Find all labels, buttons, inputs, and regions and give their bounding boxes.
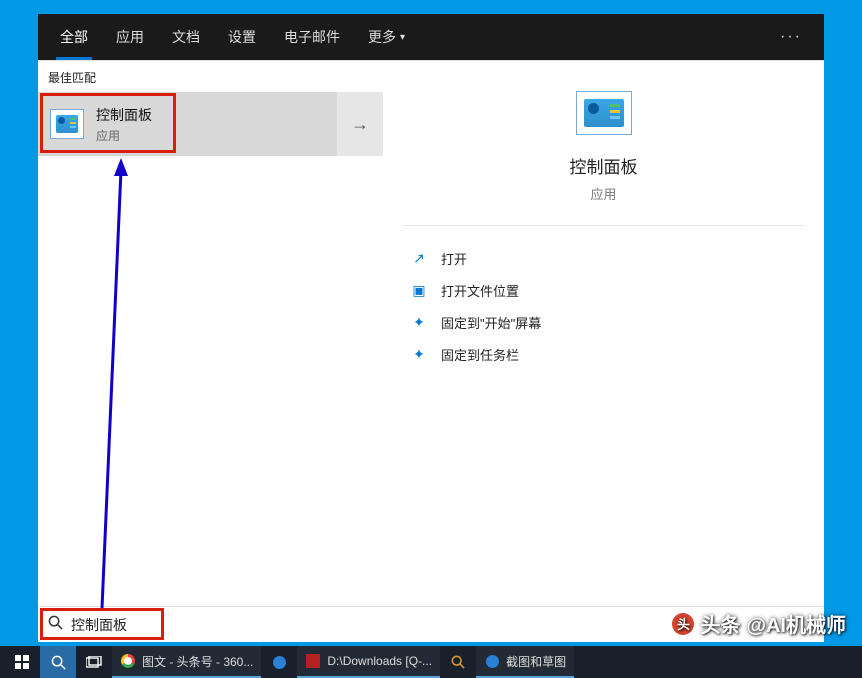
search-icon — [48, 615, 63, 634]
action-label: 打开文件位置 — [441, 281, 519, 300]
chrome-icon — [120, 653, 136, 669]
taskbar-search-button[interactable] — [40, 646, 76, 678]
arrow-right-icon: → — [351, 114, 369, 135]
detail-title: 控制面板 — [570, 153, 638, 178]
taskbar-app-qdir[interactable]: D:\Downloads [Q-... — [297, 646, 440, 678]
app-icon — [484, 653, 500, 669]
detail-column: 控制面板 应用 ↗ 打开 ▣ 打开文件位置 ✦ 固定到"开始"屏幕 ✦ — [383, 61, 824, 606]
tab-all[interactable]: 全部 — [46, 14, 102, 60]
action-label: 固定到任务栏 — [441, 345, 519, 364]
result-texts: 控制面板 应用 — [96, 105, 152, 144]
tab-label: 文档 — [172, 27, 200, 47]
taskbar: 图文 - 头条号 - 360... D:\Downloads [Q-... 截图… — [0, 646, 862, 678]
expand-arrow-button[interactable]: → — [337, 92, 383, 156]
action-label: 固定到"开始"屏幕 — [441, 313, 541, 332]
open-icon: ↗ — [409, 250, 429, 267]
result-item-control-panel[interactable]: 控制面板 应用 — [38, 92, 337, 156]
task-view-button[interactable] — [76, 646, 112, 678]
taskbar-app-snip[interactable]: 截图和草图 — [476, 646, 574, 678]
tab-label: 电子邮件 — [284, 27, 340, 47]
tab-settings[interactable]: 设置 — [214, 14, 270, 60]
pin-icon: ✦ — [409, 314, 429, 331]
control-panel-icon — [50, 109, 84, 139]
taskbar-app-generic1[interactable] — [261, 646, 297, 678]
taskbar-app-browser[interactable]: 图文 - 头条号 - 360... — [112, 646, 261, 678]
tab-more[interactable]: 更多 ▾ — [354, 14, 419, 60]
taskbar-app-label: 截图和草图 — [506, 653, 566, 670]
tab-email[interactable]: 电子邮件 — [270, 14, 354, 60]
tab-label: 设置 — [228, 27, 256, 47]
start-button[interactable] — [4, 646, 40, 678]
pin-icon: ✦ — [409, 346, 429, 363]
results-column: 最佳匹配 控制面板 应用 → — [38, 61, 383, 606]
taskbar-app-search[interactable] — [440, 646, 476, 678]
result-title: 控制面板 — [96, 105, 152, 125]
search-panel: 全部 应用 文档 设置 电子邮件 更多 ▾ ··· 最佳匹配 控制面板 应用 → — [38, 14, 824, 642]
taskbar-app-label: 图文 - 头条号 - 360... — [142, 653, 253, 670]
action-pin-taskbar[interactable]: ✦ 固定到任务栏 — [403, 338, 804, 370]
result-row: 控制面板 应用 → — [38, 92, 383, 156]
overflow-menu-button[interactable]: ··· — [766, 28, 816, 46]
section-label-best-match: 最佳匹配 — [38, 61, 383, 92]
tab-label: 更多 — [368, 27, 396, 47]
chevron-down-icon: ▾ — [400, 32, 405, 43]
action-list: ↗ 打开 ▣ 打开文件位置 ✦ 固定到"开始"屏幕 ✦ 固定到任务栏 — [403, 226, 804, 370]
action-label: 打开 — [441, 249, 467, 268]
folder-icon: ▣ — [409, 282, 429, 299]
tab-label: 应用 — [116, 27, 144, 47]
taskbar-app-label: D:\Downloads [Q-... — [327, 654, 432, 668]
tabs-bar: 全部 应用 文档 设置 电子邮件 更多 ▾ ··· — [38, 14, 824, 60]
app-icon — [273, 656, 286, 669]
control-panel-icon — [576, 91, 632, 135]
search-input[interactable] — [71, 617, 814, 633]
action-open[interactable]: ↗ 打开 — [403, 242, 804, 274]
content-area: 最佳匹配 控制面板 应用 → 控制面板 应用 — [38, 60, 824, 606]
detail-header: 控制面板 应用 — [403, 91, 804, 226]
action-pin-start[interactable]: ✦ 固定到"开始"屏幕 — [403, 306, 804, 338]
app-icon — [305, 653, 321, 669]
tab-documents[interactable]: 文档 — [158, 14, 214, 60]
tab-label: 全部 — [60, 27, 88, 47]
tab-apps[interactable]: 应用 — [102, 14, 158, 60]
result-subtitle: 应用 — [96, 127, 152, 144]
action-open-file-location[interactable]: ▣ 打开文件位置 — [403, 274, 804, 306]
search-bar — [38, 606, 824, 642]
detail-subtitle: 应用 — [590, 184, 616, 203]
